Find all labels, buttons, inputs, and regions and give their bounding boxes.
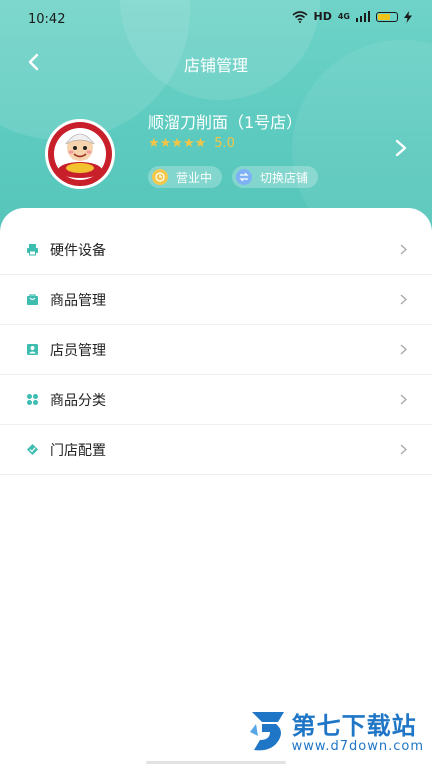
watermark-name: 第七下载站 bbox=[291, 712, 417, 740]
bag-icon bbox=[27, 294, 38, 305]
charging-icon bbox=[404, 10, 412, 23]
chevron-right-icon bbox=[400, 344, 407, 355]
swap-icon bbox=[236, 169, 253, 185]
battery-icon bbox=[376, 11, 398, 22]
printer-icon bbox=[27, 244, 38, 256]
watermark-url: www.d7down.com bbox=[291, 739, 424, 754]
store-card[interactable]: 顺溜刀削面（1号店） ★★★★★ 5.0 营业中 切换店铺 bbox=[0, 104, 432, 204]
content-panel: 硬件设备 商品管理 店员管理 商品分类 门店配置 bbox=[0, 208, 432, 768]
store-rating: ★★★★★ 5.0 bbox=[148, 136, 235, 151]
menu-item-label: 硬件设备 bbox=[50, 243, 106, 259]
store-logo bbox=[45, 119, 115, 189]
chevron-right-icon bbox=[400, 394, 407, 405]
status-bar: 10:42 HD 4G bbox=[0, 0, 432, 40]
network-hd-label: HD bbox=[313, 10, 332, 23]
menu-item-label: 门店配置 bbox=[50, 443, 106, 459]
switch-store-button[interactable]: 切换店铺 bbox=[232, 166, 319, 188]
site-watermark: 第七下载站 www.d7down.com bbox=[248, 710, 424, 754]
chevron-right-icon[interactable] bbox=[394, 138, 408, 158]
signal-icon bbox=[356, 11, 370, 22]
page-title: 店铺管理 bbox=[183, 56, 248, 75]
switch-store-label: 切换店铺 bbox=[260, 170, 309, 185]
category-icon bbox=[27, 394, 38, 405]
store-name: 顺溜刀削面（1号店） bbox=[148, 113, 303, 132]
status-icons: HD 4G bbox=[291, 10, 412, 23]
menu-item-staff[interactable]: 店员管理 bbox=[0, 325, 432, 375]
clock-icon bbox=[152, 169, 168, 185]
open-status-label: 营业中 bbox=[176, 170, 213, 185]
menu-item-hardware[interactable]: 硬件设备 bbox=[0, 225, 432, 275]
menu-item-label: 商品管理 bbox=[50, 293, 106, 309]
rating-value: 5.0 bbox=[214, 136, 235, 151]
menu-item-label: 商品分类 bbox=[50, 393, 106, 409]
menu-item-products[interactable]: 商品管理 bbox=[0, 275, 432, 325]
contact-card-icon bbox=[27, 344, 38, 355]
watermark-logo-icon bbox=[249, 712, 284, 751]
status-time: 10:42 bbox=[28, 12, 66, 27]
network-type-label: 4G bbox=[337, 11, 350, 21]
menu-item-categories[interactable]: 商品分类 bbox=[0, 375, 432, 425]
chevron-right-icon bbox=[400, 444, 407, 455]
tag-icon bbox=[27, 444, 38, 455]
menu-item-store-config[interactable]: 门店配置 bbox=[0, 425, 432, 475]
nav-bar: 店铺管理 bbox=[0, 42, 432, 82]
chevron-right-icon bbox=[400, 244, 407, 255]
wifi-icon bbox=[291, 10, 308, 23]
star-rating-icons: ★★★★★ bbox=[148, 136, 207, 151]
menu-item-label: 店员管理 bbox=[50, 343, 106, 359]
store-badges: 营业中 切换店铺 bbox=[148, 166, 319, 188]
open-status-badge: 营业中 bbox=[148, 166, 223, 188]
menu-list: 硬件设备 商品管理 店员管理 商品分类 门店配置 bbox=[0, 225, 432, 475]
chevron-right-icon bbox=[400, 294, 407, 305]
home-indicator bbox=[146, 761, 286, 764]
